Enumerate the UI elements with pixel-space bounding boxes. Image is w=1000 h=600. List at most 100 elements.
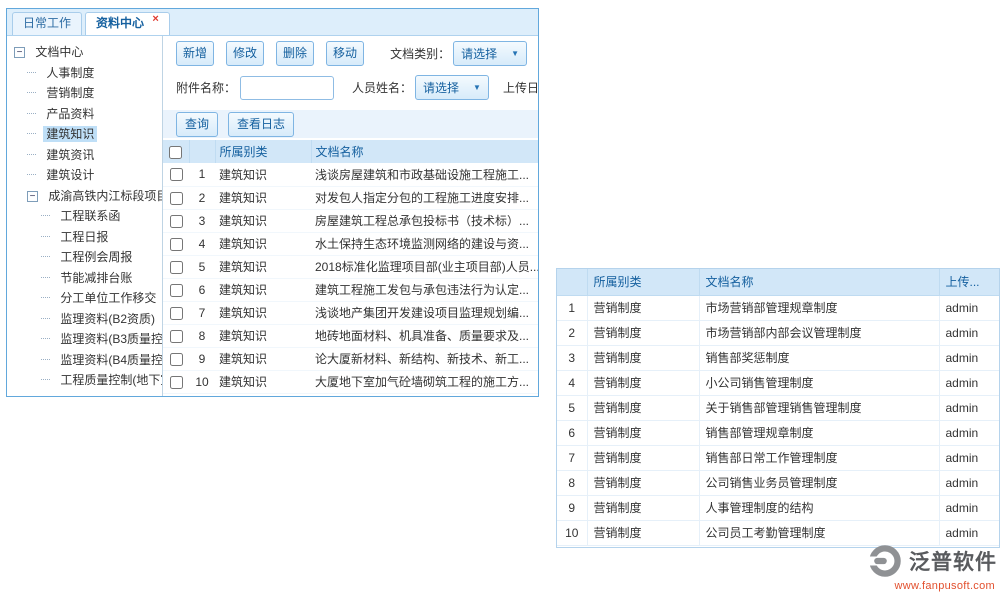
modify-button[interactable]: 修改 xyxy=(226,41,264,66)
row-checkbox[interactable] xyxy=(170,215,183,228)
main-content: 新增 修改 删除 移动 文档类别： 请选择 ▼ 文档 附件名称： 人员姓名： 请… xyxy=(163,36,538,396)
tree-root-label: 文档中心 xyxy=(32,44,86,60)
select-all-checkbox[interactable] xyxy=(169,146,182,159)
table-row[interactable]: 7 营销制度 销售部日常工作管理制度 admin xyxy=(557,445,1000,470)
tree-item[interactable]: 分工单位工作移交 xyxy=(14,288,162,309)
tree-item[interactable]: 监理资料(B2资质) xyxy=(14,309,162,330)
tab-bar: 日常工作 资料中心 × xyxy=(7,9,538,36)
tree-item[interactable]: 建筑资讯 xyxy=(14,145,162,166)
person-name-select[interactable]: 请选择 ▼ xyxy=(415,75,489,100)
row-checkbox-cell xyxy=(163,370,189,393)
tree-item[interactable]: 监理资料(B3质量控制) xyxy=(14,329,162,350)
row-category: 营销制度 xyxy=(587,470,699,495)
toolbar-filters: 附件名称： 人员姓名： 请选择 ▼ 上传日期 xyxy=(176,75,538,100)
add-button[interactable]: 新增 xyxy=(176,41,214,66)
tree-item[interactable]: 产品资料 xyxy=(14,104,162,125)
row-checkbox[interactable] xyxy=(170,330,183,343)
tree-item[interactable]: 工程例会周报 xyxy=(14,247,162,268)
row-checkbox-cell xyxy=(163,232,189,255)
row-uploader: admin xyxy=(939,370,1000,395)
row-category: 建筑知识 xyxy=(215,347,311,370)
table-row[interactable]: 6 建筑知识 建筑工程施工发包与承包违法行为认定... xyxy=(163,278,538,301)
table-row[interactable]: 5 建筑知识 2018标准化监理项目部(业主项目部)人员... xyxy=(163,255,538,278)
close-icon[interactable]: × xyxy=(152,13,158,25)
tree-item[interactable]: 营销制度 xyxy=(14,83,162,104)
row-doc-name: 市场营销部管理规章制度 xyxy=(699,295,939,320)
row-checkbox[interactable] xyxy=(170,192,183,205)
table-row[interactable]: 1 建筑知识 浅谈房屋建筑和市政基础设施工程施工... xyxy=(163,163,538,186)
table-row[interactable]: 9 营销制度 人事管理制度的结构 admin xyxy=(557,495,1000,520)
tree-node-project[interactable]: − 成渝高铁内江标段项目 xyxy=(14,186,162,207)
view-log-button[interactable]: 查看日志 xyxy=(228,112,294,137)
row-checkbox[interactable] xyxy=(170,353,183,366)
table-row[interactable]: 2 建筑知识 对发包人指定分包的工程施工进度安排... xyxy=(163,186,538,209)
attachment-name-input[interactable] xyxy=(240,76,334,100)
tree-item[interactable]: 人事制度 xyxy=(14,63,162,84)
row-category: 营销制度 xyxy=(587,320,699,345)
row-category: 建筑知识 xyxy=(215,301,311,324)
row-checkbox[interactable] xyxy=(170,261,183,274)
documents-table-body: 1 建筑知识 浅谈房屋建筑和市政基础设施工程施工... 2 建筑知识 对发包人指… xyxy=(163,163,538,393)
tab-label: 资料中心 xyxy=(96,16,144,30)
tree-item[interactable]: 工程质量控制(地下室) xyxy=(14,370,162,391)
row-doc-name: 水土保持生态环境监测网络的建设与资... xyxy=(311,232,538,255)
row-category: 营销制度 xyxy=(587,370,699,395)
table-row[interactable]: 9 建筑知识 论大厦新材料、新结构、新技术、新工... xyxy=(163,347,538,370)
documents-table-header: 所属别类 文档名称 xyxy=(163,140,538,163)
row-checkbox-cell xyxy=(163,255,189,278)
row-uploader: admin xyxy=(939,395,1000,420)
row-checkbox-cell xyxy=(163,347,189,370)
row-doc-name: 销售部日常工作管理制度 xyxy=(699,445,939,470)
tree-branch-line xyxy=(41,277,50,278)
tree-project-items: 工程联系函 工程日报 工程例会周报 节能减排台账 xyxy=(14,206,162,391)
tree-item[interactable]: 建筑知识 xyxy=(14,124,162,145)
delete-button[interactable]: 删除 xyxy=(276,41,314,66)
move-button[interactable]: 移动 xyxy=(326,41,364,66)
row-uploader: admin xyxy=(939,420,1000,445)
tree-branch-line xyxy=(41,236,50,237)
table-row[interactable]: 2 营销制度 市场营销部内部会议管理制度 admin xyxy=(557,320,1000,345)
row-checkbox[interactable] xyxy=(170,238,183,251)
row-checkbox[interactable] xyxy=(170,284,183,297)
row-number-header xyxy=(557,269,587,295)
table-row[interactable]: 6 营销制度 销售部管理规章制度 admin xyxy=(557,420,1000,445)
table-row[interactable]: 4 营销制度 小公司销售管理制度 admin xyxy=(557,370,1000,395)
table-row[interactable]: 8 营销制度 公司销售业务员管理制度 admin xyxy=(557,470,1000,495)
table-row[interactable]: 4 建筑知识 水土保持生态环境监测网络的建设与资... xyxy=(163,232,538,255)
document-tree: − 文档中心 人事制度 营销制度 xyxy=(7,36,163,396)
table-row[interactable]: 10 建筑知识 大厦地下室加气砼墙砌筑工程的施工方... xyxy=(163,370,538,393)
doc-name-header: 文档名称 xyxy=(311,140,538,163)
tree-item[interactable]: 监理资料(B4质量控制) xyxy=(14,350,162,371)
row-category: 营销制度 xyxy=(587,445,699,470)
table-row[interactable]: 10 营销制度 公司员工考勤管理制度 admin xyxy=(557,520,1000,545)
table-row[interactable]: 7 建筑知识 浅谈地产集团开发建设项目监理规划编... xyxy=(163,301,538,324)
tree-root-document-center[interactable]: − 文档中心 xyxy=(14,42,162,63)
table-row[interactable]: 8 建筑知识 地砖地面材料、机具准备、质量要求及... xyxy=(163,324,538,347)
collapse-icon[interactable]: − xyxy=(14,47,25,58)
category-header: 所属别类 xyxy=(215,140,311,163)
table-row[interactable]: 3 建筑知识 房屋建筑工程总承包投标书（技术标）... xyxy=(163,209,538,232)
table-row[interactable]: 1 营销制度 市场营销部管理规章制度 admin xyxy=(557,295,1000,320)
tree-item[interactable]: 工程联系函 xyxy=(14,206,162,227)
table-row[interactable]: 3 营销制度 销售部奖惩制度 admin xyxy=(557,345,1000,370)
row-checkbox[interactable] xyxy=(170,376,183,389)
attachment-name-label: 附件名称： xyxy=(176,79,236,96)
tree-item[interactable]: 工程日报 xyxy=(14,227,162,248)
row-doc-name: 小公司销售管理制度 xyxy=(699,370,939,395)
tree-item[interactable]: 建筑设计 xyxy=(14,165,162,186)
row-checkbox[interactable] xyxy=(170,168,183,181)
tree-item[interactable]: 节能减排台账 xyxy=(14,268,162,289)
row-category: 建筑知识 xyxy=(215,163,311,186)
row-number: 3 xyxy=(189,209,215,232)
query-button[interactable]: 查询 xyxy=(176,112,218,137)
tab-data-center[interactable]: 资料中心 × xyxy=(85,12,170,35)
doc-type-select[interactable]: 请选择 ▼ xyxy=(453,41,527,66)
tab-daily-work[interactable]: 日常工作 xyxy=(12,12,82,35)
doc-name-header: 文档名称 xyxy=(699,269,939,295)
row-doc-name: 房屋建筑工程总承包投标书（技术标）... xyxy=(311,209,538,232)
row-checkbox[interactable] xyxy=(170,307,183,320)
person-name-label: 人员姓名： xyxy=(352,79,412,96)
table-row[interactable]: 5 营销制度 关于销售部管理销售管理制度 admin xyxy=(557,395,1000,420)
row-category: 建筑知识 xyxy=(215,370,311,393)
collapse-icon[interactable]: − xyxy=(27,191,38,202)
